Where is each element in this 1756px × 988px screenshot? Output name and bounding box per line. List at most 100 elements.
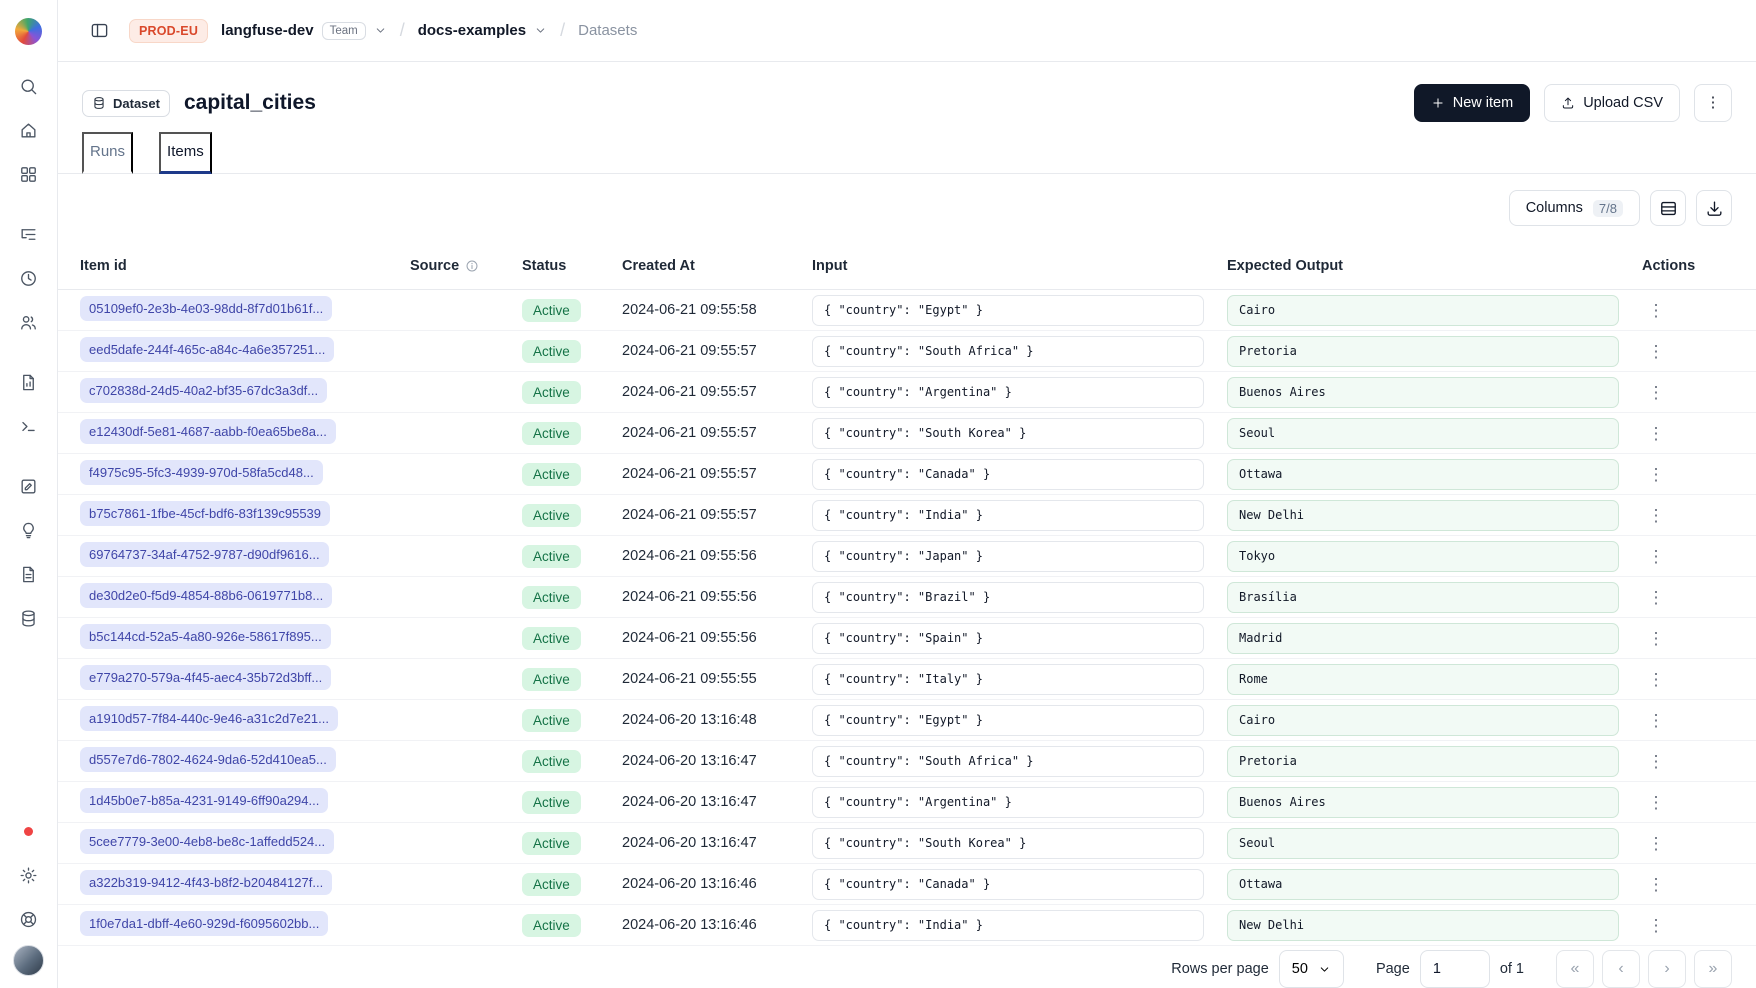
row-actions-button[interactable]: ⋮ xyxy=(1642,624,1670,652)
support-life-buoy-icon[interactable] xyxy=(11,901,47,937)
row-height-button[interactable] xyxy=(1650,190,1686,226)
new-item-button[interactable]: New item xyxy=(1414,84,1530,122)
table-row[interactable]: b75c7861-1fbe-45cf-bdf6-83f139c95539 Act… xyxy=(58,495,1756,536)
expected-output-cell: Ottawa xyxy=(1227,869,1619,900)
prompts-file-text-icon[interactable] xyxy=(11,556,47,592)
row-actions-button[interactable]: ⋮ xyxy=(1642,829,1670,857)
dataset-more-actions-button[interactable]: ⋮ xyxy=(1694,84,1732,122)
users-icon[interactable] xyxy=(11,304,47,340)
item-id-link[interactable]: d557e7d6-7802-4624-9da6-52d410ea5... xyxy=(80,747,336,772)
rows-per-page-select[interactable]: 50 xyxy=(1279,950,1344,988)
input-cell: { "country": "South Korea" } xyxy=(812,828,1204,859)
scores-file-chart-icon[interactable] xyxy=(11,364,47,400)
sidebar-toggle-button[interactable] xyxy=(82,14,116,48)
project-name[interactable]: docs-examples xyxy=(418,22,526,39)
upload-csv-button[interactable]: Upload CSV xyxy=(1544,84,1680,122)
row-actions-button[interactable]: ⋮ xyxy=(1642,706,1670,734)
org-name[interactable]: langfuse-dev xyxy=(221,22,314,39)
expected-output-cell: Cairo xyxy=(1227,705,1619,736)
item-id-link[interactable]: eed5dafe-244f-465c-a84c-4a6e357251... xyxy=(80,337,334,362)
row-actions-button[interactable]: ⋮ xyxy=(1642,337,1670,365)
playground-terminal-icon[interactable] xyxy=(11,408,47,444)
next-page-button[interactable]: › xyxy=(1648,950,1686,988)
item-id-link[interactable]: de30d2e0-f5d9-4854-88b6-0619771b8... xyxy=(80,583,332,608)
table-row[interactable]: eed5dafe-244f-465c-a84c-4a6e357251... Ac… xyxy=(58,331,1756,372)
table-row[interactable]: 1d45b0e7-b85a-4231-9149-6ff90a294... Act… xyxy=(58,782,1756,823)
columns-button[interactable]: Columns 7/8 xyxy=(1509,190,1640,226)
status-badge: Active xyxy=(522,873,581,896)
item-id-link[interactable]: 5cee7779-3e00-4eb8-be8c-1affedd524... xyxy=(80,829,334,854)
table-row[interactable]: e12430df-5e81-4687-aabb-f0ea65be8a... Ac… xyxy=(58,413,1756,454)
row-actions-button[interactable]: ⋮ xyxy=(1642,501,1670,529)
table-row[interactable]: b5c144cd-52a5-4a80-926e-58617f895... Act… xyxy=(58,618,1756,659)
sessions-clock-icon[interactable] xyxy=(11,260,47,296)
tab-items[interactable]: Items xyxy=(159,132,212,174)
table-row[interactable]: 5cee7779-3e00-4eb8-be8c-1affedd524... Ac… xyxy=(58,823,1756,864)
item-id-link[interactable]: 1f0e7da1-dbff-4e60-929d-f6095602bb... xyxy=(80,911,328,936)
table-row[interactable]: a1910d57-7f84-440c-9e46-a31c2d7e21... Ac… xyxy=(58,700,1756,741)
table-row[interactable]: f4975c95-5fc3-4939-970d-58fa5cd48... Act… xyxy=(58,454,1756,495)
new-item-label: New item xyxy=(1453,95,1513,111)
settings-gear-icon[interactable] xyxy=(11,857,47,893)
status-badge: Active xyxy=(522,750,581,773)
evaluation-lightbulb-icon[interactable] xyxy=(11,512,47,548)
previous-page-button[interactable]: ‹ xyxy=(1602,950,1640,988)
tab-runs[interactable]: Runs xyxy=(82,132,133,174)
table-row[interactable]: de30d2e0-f5d9-4854-88b6-0619771b8... Act… xyxy=(58,577,1756,618)
row-actions-button[interactable]: ⋮ xyxy=(1642,419,1670,447)
row-actions-button[interactable]: ⋮ xyxy=(1642,542,1670,570)
table-row[interactable]: 69764737-34af-4752-9787-d90df9616... Act… xyxy=(58,536,1756,577)
row-actions-button[interactable]: ⋮ xyxy=(1642,747,1670,775)
row-actions-button[interactable]: ⋮ xyxy=(1642,870,1670,898)
upload-csv-label: Upload CSV xyxy=(1583,95,1663,111)
item-id-link[interactable]: b5c144cd-52a5-4a80-926e-58617f895... xyxy=(80,624,331,649)
table-row[interactable]: a322b319-9412-4f43-b8f2-b20484127f... Ac… xyxy=(58,864,1756,905)
row-actions-button[interactable]: ⋮ xyxy=(1642,296,1670,324)
main-panel: PROD-EU langfuse-dev Team / docs-example… xyxy=(58,0,1756,988)
export-download-button[interactable] xyxy=(1696,190,1732,226)
status-badge: Active xyxy=(522,463,581,486)
created-at-cell: 2024-06-21 09:55:55 xyxy=(616,671,806,687)
search-icon[interactable] xyxy=(11,68,47,104)
item-id-link[interactable]: a1910d57-7f84-440c-9e46-a31c2d7e21... xyxy=(80,706,338,731)
notification-dot xyxy=(11,813,47,849)
table-header-row: Item id Source Status Created At Input E… xyxy=(58,242,1756,290)
item-id-link[interactable]: e12430df-5e81-4687-aabb-f0ea65be8a... xyxy=(80,419,336,444)
page-number-input[interactable] xyxy=(1420,950,1490,988)
item-id-link[interactable]: 05109ef0-2e3b-4e03-98dd-8f7d01b61f... xyxy=(80,296,332,321)
datasets-database-icon[interactable] xyxy=(11,600,47,636)
item-id-link[interactable]: b75c7861-1fbe-45cf-bdf6-83f139c95539 xyxy=(80,501,330,526)
table-body: 05109ef0-2e3b-4e03-98dd-8f7d01b61f... Ac… xyxy=(58,290,1756,946)
user-avatar[interactable] xyxy=(13,945,44,976)
item-id-link[interactable]: 69764737-34af-4752-9787-d90df9616... xyxy=(80,542,329,567)
item-id-link[interactable]: 1d45b0e7-b85a-4231-9149-6ff90a294... xyxy=(80,788,328,813)
project-switcher-chevron-icon[interactable] xyxy=(534,24,547,37)
tracing-list-tree-icon[interactable] xyxy=(11,216,47,252)
info-icon[interactable] xyxy=(465,259,479,273)
org-switcher-chevron-icon[interactable] xyxy=(374,24,387,37)
row-actions-button[interactable]: ⋮ xyxy=(1642,378,1670,406)
item-id-link[interactable]: f4975c95-5fc3-4939-970d-58fa5cd48... xyxy=(80,460,323,485)
table-row[interactable]: c702838d-24d5-40a2-bf35-67dc3a3df... Act… xyxy=(58,372,1756,413)
item-id-link[interactable]: a322b319-9412-4f43-b8f2-b20484127f... xyxy=(80,870,332,895)
table-row[interactable]: d557e7d6-7802-4624-9da6-52d410ea5... Act… xyxy=(58,741,1756,782)
first-page-button[interactable]: « xyxy=(1556,950,1594,988)
dashboard-grid-icon[interactable] xyxy=(11,156,47,192)
table-row[interactable]: e779a270-579a-4f45-aec4-35b72d3bff... Ac… xyxy=(58,659,1756,700)
table-row[interactable]: 05109ef0-2e3b-4e03-98dd-8f7d01b61f... Ac… xyxy=(58,290,1756,331)
expected-output-cell: Pretoria xyxy=(1227,746,1619,777)
row-actions-button[interactable]: ⋮ xyxy=(1642,460,1670,488)
annotation-pen-square-icon[interactable] xyxy=(11,468,47,504)
row-actions-button[interactable]: ⋮ xyxy=(1642,583,1670,611)
item-id-link[interactable]: e779a270-579a-4f45-aec4-35b72d3bff... xyxy=(80,665,331,690)
last-page-button[interactable]: » xyxy=(1694,950,1732,988)
row-actions-button[interactable]: ⋮ xyxy=(1642,911,1670,939)
item-id-link[interactable]: c702838d-24d5-40a2-bf35-67dc3a3df... xyxy=(80,378,327,403)
row-actions-button[interactable]: ⋮ xyxy=(1642,788,1670,816)
row-actions-button[interactable]: ⋮ xyxy=(1642,665,1670,693)
langfuse-logo[interactable] xyxy=(15,18,42,45)
database-icon xyxy=(92,96,106,110)
input-cell: { "country": "Argentina" } xyxy=(812,377,1204,408)
created-at-cell: 2024-06-21 09:55:57 xyxy=(616,384,806,400)
home-icon[interactable] xyxy=(11,112,47,148)
